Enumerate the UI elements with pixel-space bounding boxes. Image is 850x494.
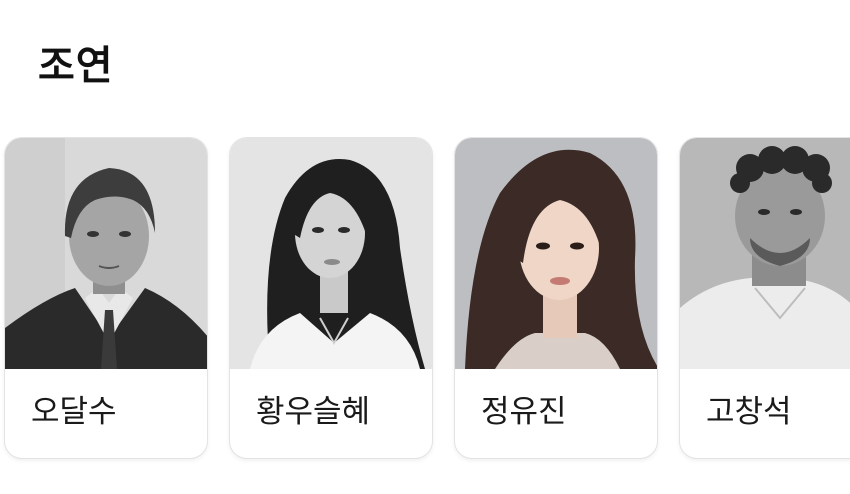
actress-portrait-icon	[455, 138, 657, 369]
cast-card-4[interactable]: 고창석	[679, 137, 850, 459]
actor-photo	[230, 138, 432, 369]
actor-name: 오달수	[31, 394, 117, 430]
actor-portrait-icon	[5, 138, 207, 369]
section-title: 조연	[38, 43, 114, 89]
actor-name: 정유진	[481, 394, 567, 430]
cast-carousel[interactable]: 오달수 황우슬혜 정유진 고창석	[0, 137, 850, 467]
actor-photo	[680, 138, 850, 369]
cast-card-2[interactable]: 황우슬혜	[229, 137, 433, 459]
actor-photo	[5, 138, 207, 369]
actress-portrait-icon	[230, 138, 432, 369]
actor-portrait-icon	[680, 138, 850, 369]
cast-card-1[interactable]: 오달수	[4, 137, 208, 459]
cast-card-3[interactable]: 정유진	[454, 137, 658, 459]
actor-name: 황우슬혜	[256, 394, 371, 430]
actor-name: 고창석	[706, 394, 792, 430]
actor-photo	[455, 138, 657, 369]
